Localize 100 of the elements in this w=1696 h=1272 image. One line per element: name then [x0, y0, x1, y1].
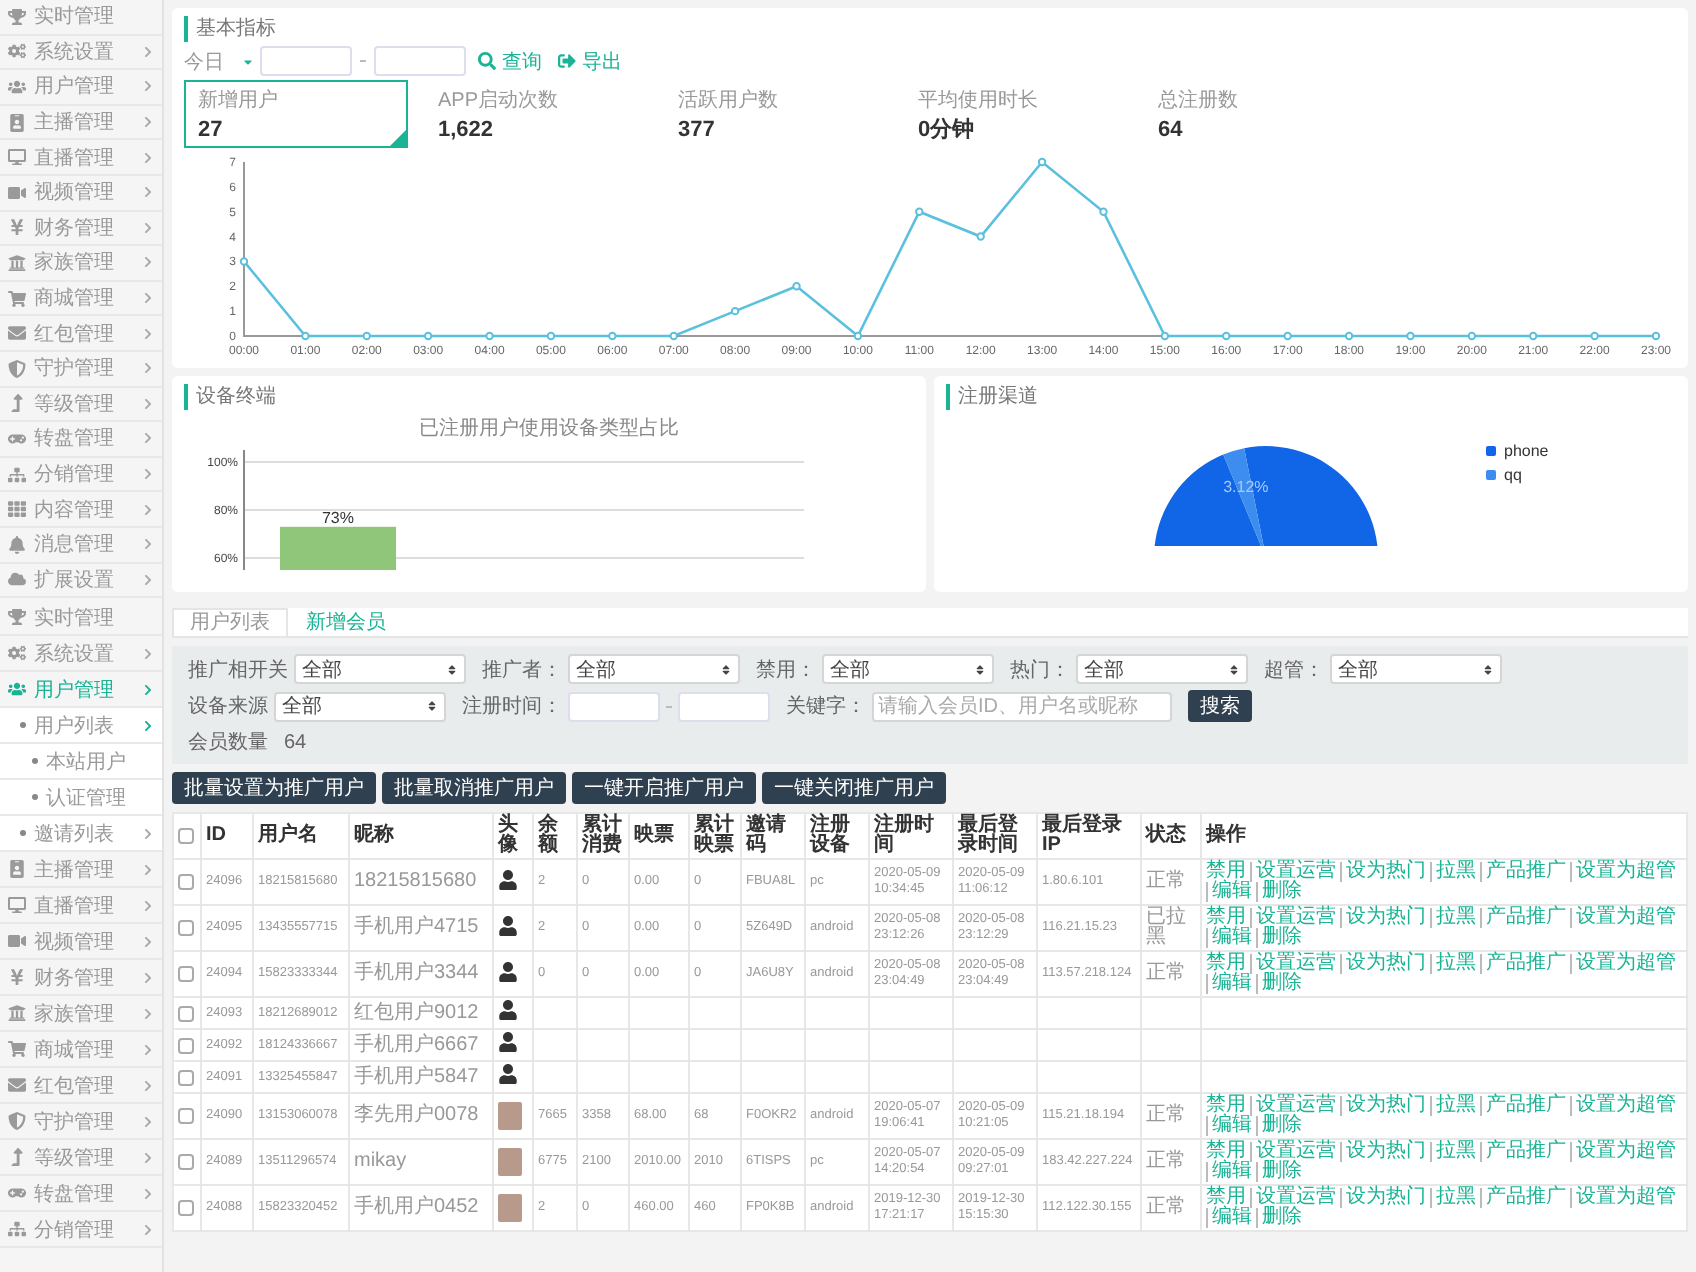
- action-link[interactable]: 禁用: [1206, 1142, 1250, 1162]
- stat-tile[interactable]: 平均使用时长 0分钟: [904, 80, 1128, 148]
- action-link[interactable]: 编辑: [1206, 882, 1256, 902]
- action-link[interactable]: 产品推广: [1480, 1142, 1570, 1162]
- start-date-field[interactable]: [260, 46, 352, 76]
- sidebar-item[interactable]: 用户管理: [0, 70, 162, 106]
- action-link[interactable]: 设置运营: [1250, 1142, 1340, 1162]
- row-checkbox[interactable]: [178, 1108, 194, 1124]
- search-button[interactable]: 搜索: [1188, 690, 1252, 722]
- action-link[interactable]: 设置运营: [1250, 1096, 1340, 1116]
- row-checkbox[interactable]: [178, 966, 194, 982]
- end-date-field[interactable]: [374, 46, 466, 76]
- action-link[interactable]: 设为热门: [1340, 1142, 1430, 1162]
- row-checkbox[interactable]: [178, 1037, 194, 1053]
- action-link[interactable]: 设为热门: [1340, 954, 1430, 974]
- action-link[interactable]: 设置为超管: [1570, 862, 1680, 882]
- bulk-action-button[interactable]: 一键开启推广用户: [572, 772, 756, 804]
- filter-select[interactable]: 全部: [568, 654, 740, 684]
- row-checkbox[interactable]: [178, 1154, 194, 1170]
- action-link[interactable]: 设为热门: [1340, 908, 1430, 928]
- action-link[interactable]: 编辑: [1206, 1208, 1256, 1228]
- action-link[interactable]: 设置为超管: [1570, 908, 1680, 928]
- sidebar-subitem[interactable]: 认证管理: [0, 780, 162, 816]
- row-checkbox[interactable]: [178, 874, 194, 890]
- action-link[interactable]: 禁用: [1206, 954, 1250, 974]
- action-link[interactable]: 产品推广: [1480, 908, 1570, 928]
- stat-tile[interactable]: APP启动次数 1,622: [424, 80, 648, 148]
- action-link[interactable]: 设置运营: [1250, 1188, 1340, 1208]
- stat-tile[interactable]: 活跃用户数 377: [664, 80, 888, 148]
- sidebar-item[interactable]: 等级管理: [0, 387, 162, 423]
- sidebar-item[interactable]: 守护管理: [0, 351, 162, 388]
- sidebar-item[interactable]: 消息管理: [0, 527, 162, 563]
- sidebar-item[interactable]: 分销管理: [0, 457, 162, 493]
- action-link[interactable]: 产品推广: [1480, 1188, 1570, 1208]
- action-link[interactable]: 删除: [1256, 928, 1306, 948]
- bulk-action-button[interactable]: 一键关闭推广用户: [762, 772, 946, 804]
- action-link[interactable]: 编辑: [1206, 1116, 1256, 1136]
- sidebar-item[interactable]: 主播管理: [0, 105, 162, 141]
- action-link[interactable]: 产品推广: [1480, 862, 1570, 882]
- row-checkbox[interactable]: [178, 920, 194, 936]
- action-link[interactable]: 产品推广: [1480, 1096, 1570, 1116]
- action-link[interactable]: 设为热门: [1340, 1188, 1430, 1208]
- sidebar-subitem[interactable]: 用户列表: [0, 708, 162, 744]
- stat-tile[interactable]: 总注册数 64: [1144, 80, 1368, 148]
- action-link[interactable]: 删除: [1256, 882, 1306, 902]
- end-date-field[interactable]: [678, 691, 770, 721]
- sidebar-item[interactable]: 财务管理: [0, 211, 162, 247]
- action-link[interactable]: 拉黑: [1430, 908, 1480, 928]
- action-link[interactable]: 设置为超管: [1570, 1188, 1680, 1208]
- sidebar-item[interactable]: 扩展设置: [0, 563, 162, 599]
- sidebar-item[interactable]: 转盘管理: [0, 422, 162, 458]
- period-select[interactable]: 今日: [184, 47, 252, 75]
- action-link[interactable]: 设置运营: [1250, 908, 1340, 928]
- sidebar-item[interactable]: 视频管理: [0, 175, 162, 212]
- row-checkbox[interactable]: [178, 1005, 194, 1021]
- action-link[interactable]: 设为热门: [1340, 1096, 1430, 1116]
- bulk-action-button[interactable]: 批量取消推广用户: [382, 772, 566, 804]
- action-link[interactable]: 拉黑: [1430, 1096, 1480, 1116]
- action-link[interactable]: 删除: [1256, 974, 1306, 994]
- bulk-action-button[interactable]: 批量设置为推广用户: [172, 772, 376, 804]
- action-link[interactable]: 设置运营: [1250, 954, 1340, 974]
- select-all-checkbox[interactable]: [178, 828, 194, 844]
- query-button[interactable]: 查询: [474, 47, 546, 75]
- sidebar-item[interactable]: 实时管理: [0, 0, 162, 36]
- sidebar-subitem[interactable]: 邀请列表: [0, 816, 162, 852]
- action-link[interactable]: 编辑: [1206, 1162, 1256, 1182]
- action-link[interactable]: 禁用: [1206, 908, 1250, 928]
- sidebar-item[interactable]: 家族管理: [0, 246, 162, 282]
- filter-select[interactable]: 全部: [274, 691, 446, 721]
- action-link[interactable]: 设置为超管: [1570, 1096, 1680, 1116]
- export-button[interactable]: 导出: [554, 47, 626, 75]
- row-checkbox[interactable]: [178, 1200, 194, 1216]
- action-link[interactable]: 拉黑: [1430, 1188, 1480, 1208]
- action-link[interactable]: 删除: [1256, 1116, 1306, 1136]
- action-link[interactable]: 删除: [1256, 1208, 1306, 1228]
- filter-select[interactable]: 全部: [294, 654, 466, 684]
- action-link[interactable]: 编辑: [1206, 974, 1256, 994]
- action-link[interactable]: 禁用: [1206, 862, 1250, 882]
- tab[interactable]: 用户列表: [172, 608, 288, 636]
- action-link[interactable]: 拉黑: [1430, 862, 1480, 882]
- stat-tile[interactable]: 新增用户 27: [184, 80, 408, 148]
- action-link[interactable]: 禁用: [1206, 1188, 1250, 1208]
- sidebar-subitem[interactable]: 本站用户: [0, 744, 162, 780]
- start-date-field[interactable]: [568, 691, 660, 721]
- action-link[interactable]: 拉黑: [1430, 1142, 1480, 1162]
- action-link[interactable]: 设置运营: [1250, 862, 1340, 882]
- action-link[interactable]: 编辑: [1206, 928, 1256, 948]
- action-link[interactable]: 产品推广: [1480, 954, 1570, 974]
- sidebar-item[interactable]: 商城管理: [0, 281, 162, 317]
- action-link[interactable]: 删除: [1256, 1162, 1306, 1182]
- action-link[interactable]: 设为热门: [1340, 862, 1430, 882]
- action-link[interactable]: 拉黑: [1430, 954, 1480, 974]
- action-link[interactable]: 设置为超管: [1570, 1142, 1680, 1162]
- filter-select[interactable]: 全部: [822, 654, 994, 684]
- action-link[interactable]: 设置为超管: [1570, 954, 1680, 974]
- keyword-field[interactable]: 请输入会员ID、用户名或昵称: [872, 691, 1172, 721]
- filter-select[interactable]: 全部: [1076, 654, 1248, 684]
- action-link[interactable]: 禁用: [1206, 1096, 1250, 1116]
- sidebar-item[interactable]: 系统设置: [0, 35, 162, 71]
- filter-select[interactable]: 全部: [1330, 654, 1502, 684]
